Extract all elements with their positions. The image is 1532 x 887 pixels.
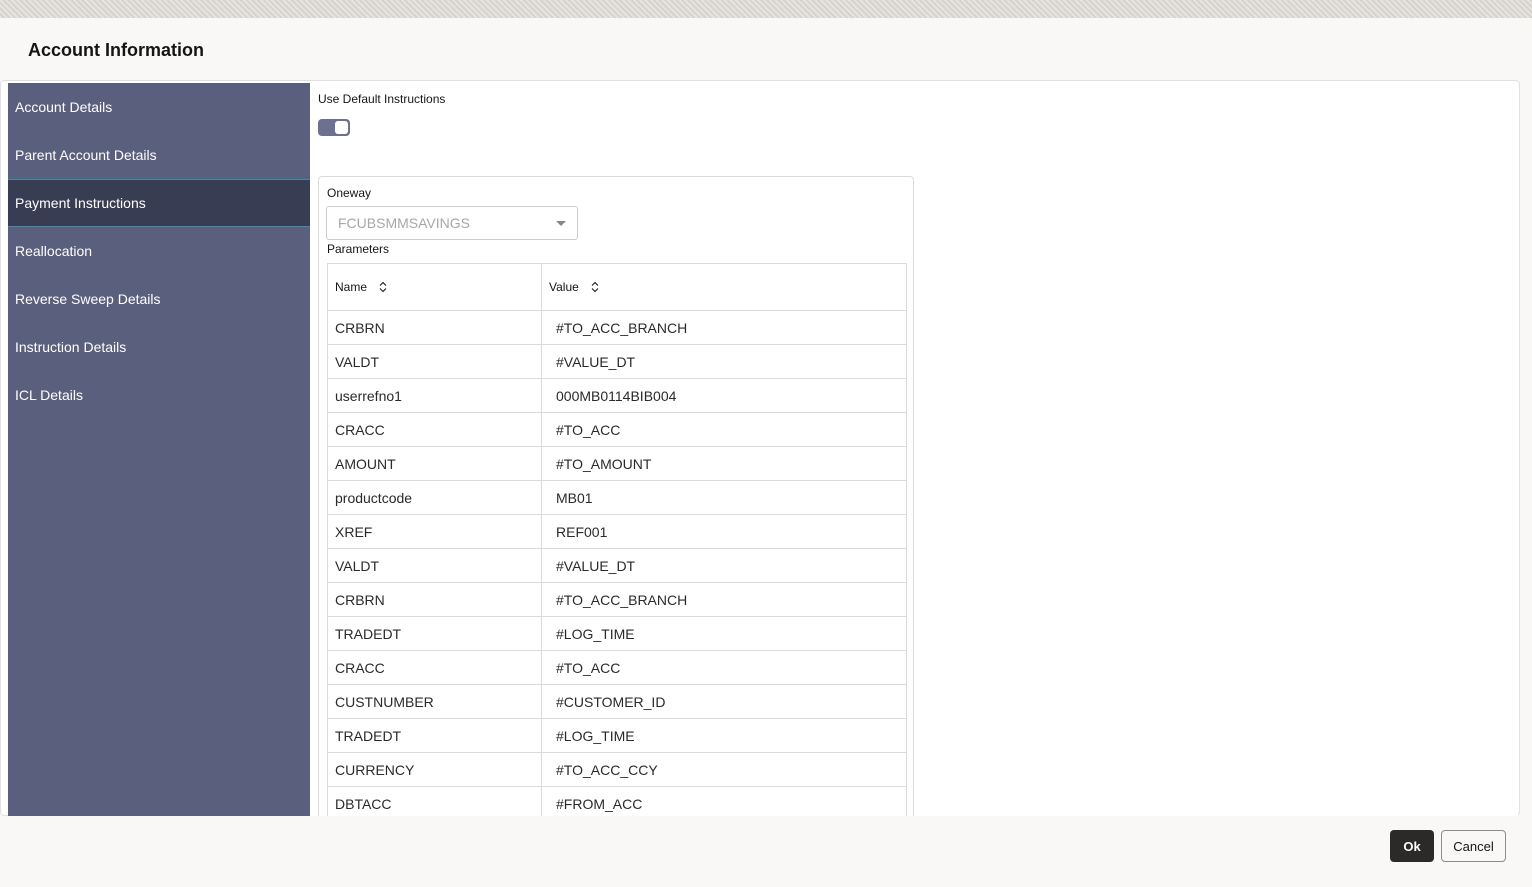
sidebar-item-icl-details[interactable]: ICL Details	[8, 371, 310, 419]
sidebar-item-instruction-details[interactable]: Instruction Details	[8, 323, 310, 371]
sidebar-item-label: ICL Details	[15, 387, 83, 403]
table-row[interactable]: TRADEDT #LOG_TIME	[328, 719, 906, 753]
column-header-name[interactable]: Name	[328, 264, 542, 310]
cell-value: #FROM_ACC	[556, 795, 643, 812]
toggle-knob	[335, 121, 348, 134]
cell-name: CRACC	[328, 651, 542, 684]
cell-name: CRBRN	[328, 311, 542, 344]
cell-value: #TO_AMOUNT	[556, 455, 652, 472]
cell-name: XREF	[328, 515, 542, 548]
cell-name: TRADEDT	[328, 719, 542, 752]
table-row[interactable]: DBTACC #FROM_ACC	[328, 787, 906, 816]
ok-button[interactable]: Ok	[1390, 830, 1434, 862]
main-panel: Use Default Instructions Oneway FCUBSMMS…	[310, 84, 1518, 816]
sidebar-item-label: Account Details	[15, 99, 113, 115]
sidebar-item-label: Reverse Sweep Details	[15, 291, 161, 307]
table-row[interactable]: CRACC #TO_ACC	[328, 413, 906, 447]
table-header: Name Value	[328, 264, 906, 311]
cell-value: 000MB0114BIB004	[556, 387, 677, 404]
cell-name: DBTACC	[328, 787, 542, 816]
table-row[interactable]: TRADEDT #LOG_TIME	[328, 617, 906, 651]
cell-name: productcode	[328, 481, 542, 514]
sidebar-item-parent-account-details[interactable]: Parent Account Details	[8, 131, 310, 179]
cell-value: #TO_ACC	[556, 659, 621, 676]
cell-value: #TO_ACC_BRANCH	[556, 319, 688, 336]
column-header-value[interactable]: Value	[542, 264, 906, 310]
cell-value: #LOG_TIME	[556, 625, 635, 642]
table-row[interactable]: VALDT #VALUE_DT	[328, 345, 906, 379]
sidebar-nav: Account Details Parent Account Details P…	[8, 83, 310, 816]
use-default-instructions-label: Use Default Instructions	[318, 92, 446, 106]
column-header-label: Value	[549, 280, 579, 294]
cell-name: AMOUNT	[328, 447, 542, 480]
cell-value: #TO_ACC_BRANCH	[556, 591, 688, 608]
column-header-label: Name	[335, 280, 368, 294]
chevron-down-icon	[556, 221, 566, 226]
sidebar-item-label: Instruction Details	[15, 339, 127, 355]
table-row[interactable]: productcode MB01	[328, 481, 906, 515]
oneway-select[interactable]: FCUBSMMSAVINGS	[326, 206, 578, 240]
cell-name: CURRENCY	[328, 753, 542, 786]
cell-value: #CUSTOMER_ID	[556, 693, 666, 710]
cell-value: #TO_ACC	[556, 421, 621, 438]
oneway-label: Oneway	[327, 186, 372, 200]
sidebar-item-label: Parent Account Details	[15, 147, 157, 163]
cell-value: MB01	[556, 489, 593, 506]
parameters-table: Name Value CRBRN #TO_ACC_BRANCH VALDT #VALU…	[327, 263, 907, 816]
cell-name: CRACC	[328, 413, 542, 446]
sidebar-item-payment-instructions[interactable]: Payment Instructions	[8, 179, 310, 227]
cell-name: VALDT	[328, 345, 542, 378]
sidebar-item-label: Reallocation	[15, 243, 93, 259]
sidebar-item-reallocation[interactable]: Reallocation	[8, 227, 310, 275]
table-row[interactable]: CRBRN #TO_ACC_BRANCH	[328, 583, 906, 617]
dialog-title: Account Information	[28, 40, 204, 60]
cell-name: VALDT	[328, 549, 542, 582]
sidebar-item-reverse-sweep-details[interactable]: Reverse Sweep Details	[8, 275, 310, 323]
table-row[interactable]: CRBRN #TO_ACC_BRANCH	[328, 311, 906, 345]
dialog-footer	[0, 816, 1532, 887]
sort-icon	[379, 281, 387, 293]
table-row[interactable]: VALDT #VALUE_DT	[328, 549, 906, 583]
table-body: CRBRN #TO_ACC_BRANCH VALDT #VALUE_DT userref…	[328, 311, 906, 816]
cell-value: #LOG_TIME	[556, 727, 635, 744]
table-row[interactable]: userrefno1 000MB0114BIB004	[328, 379, 906, 413]
cell-name: TRADEDT	[328, 617, 542, 650]
cell-name: userrefno1	[328, 379, 542, 412]
sidebar-item-account-details[interactable]: Account Details	[8, 83, 310, 131]
use-default-instructions-toggle[interactable]	[318, 119, 350, 136]
cell-value: #VALUE_DT	[556, 557, 636, 574]
instruction-card: Oneway FCUBSMMSAVINGS Parameters Name Va…	[318, 176, 914, 816]
table-row[interactable]: CRACC #TO_ACC	[328, 651, 906, 685]
cancel-button[interactable]: Cancel	[1441, 830, 1506, 862]
cell-value: #TO_ACC_CCY	[556, 761, 658, 778]
sort-icon	[591, 281, 599, 293]
table-row[interactable]: XREF REF001	[328, 515, 906, 549]
top-strip	[0, 0, 1532, 18]
table-row[interactable]: CURRENCY #TO_ACC_CCY	[328, 753, 906, 787]
cell-value: #VALUE_DT	[556, 353, 636, 370]
sidebar-item-label: Payment Instructions	[15, 195, 146, 211]
table-row[interactable]: CUSTNUMBER #CUSTOMER_ID	[328, 685, 906, 719]
cell-name: CUSTNUMBER	[328, 685, 542, 718]
cell-name: CRBRN	[328, 583, 542, 616]
parameters-label: Parameters	[327, 242, 390, 256]
oneway-select-value: FCUBSMMSAVINGS	[338, 215, 470, 231]
cell-value: REF001	[556, 523, 608, 540]
table-row[interactable]: AMOUNT #TO_AMOUNT	[328, 447, 906, 481]
